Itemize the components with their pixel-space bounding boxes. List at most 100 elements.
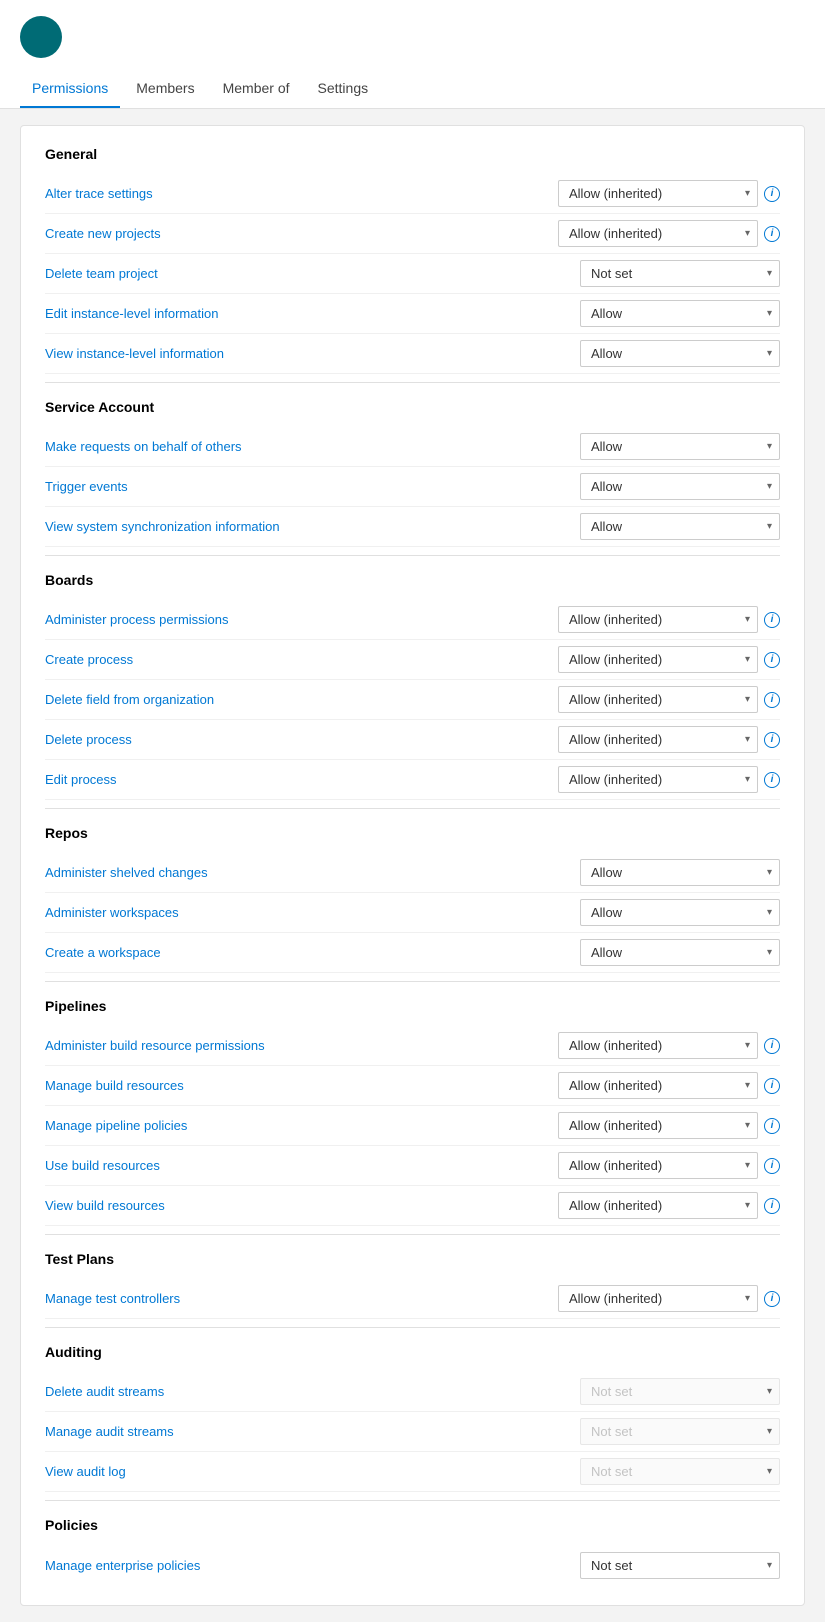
permission-label-boards-2: Delete field from organization	[45, 692, 558, 707]
select-wrapper: Not setAllowAllow (inherited)DenyDeny (i…	[580, 1552, 780, 1579]
permission-label-boards-4: Edit process	[45, 772, 558, 787]
section-divider	[45, 1234, 780, 1235]
permission-select-boards-4[interactable]: Not setAllowAllow (inherited)DenyDeny (i…	[558, 766, 758, 793]
select-wrapper: Not setAllowAllow (inherited)DenyDeny (i…	[558, 646, 758, 673]
info-icon[interactable]: i	[764, 692, 780, 708]
info-icon[interactable]: i	[764, 1158, 780, 1174]
select-wrapper: Not setAllowAllow (inherited)DenyDeny (i…	[580, 513, 780, 540]
tab-permissions[interactable]: Permissions	[20, 70, 120, 108]
permission-select-boards-2[interactable]: Not setAllowAllow (inherited)DenyDeny (i…	[558, 686, 758, 713]
permission-select-general-3[interactable]: Not setAllowAllow (inherited)DenyDeny (i…	[580, 300, 780, 327]
select-wrapper: Not setAllowAllow (inherited)DenyDeny (i…	[580, 260, 780, 287]
permission-row: Make requests on behalf of othersNot set…	[45, 427, 780, 467]
permission-label-general-4: View instance-level information	[45, 346, 580, 361]
permission-row: Administer process permissionsNot setAll…	[45, 600, 780, 640]
select-wrapper: Not setAllowAllow (inherited)DenyDeny (i…	[558, 606, 758, 633]
permission-label-boards-0: Administer process permissions	[45, 612, 558, 627]
permission-control: Not setAllowAllow (inherited)DenyDeny (i…	[558, 766, 780, 793]
permission-select-general-2[interactable]: Not setAllowAllow (inherited)DenyDeny (i…	[580, 260, 780, 287]
permission-select-pipelines-0[interactable]: Not setAllowAllow (inherited)DenyDeny (i…	[558, 1032, 758, 1059]
permission-select-auditing-0[interactable]: Not setAllowAllow (inherited)DenyDeny (i…	[580, 1378, 780, 1405]
permission-control: Not setAllowAllow (inherited)DenyDeny (i…	[558, 1032, 780, 1059]
select-wrapper: Not setAllowAllow (inherited)DenyDeny (i…	[580, 473, 780, 500]
permission-control: Not setAllowAllow (inherited)DenyDeny (i…	[558, 180, 780, 207]
permission-label-pipelines-4: View build resources	[45, 1198, 558, 1213]
permission-label-pipelines-3: Use build resources	[45, 1158, 558, 1173]
permission-select-pipelines-2[interactable]: Not setAllowAllow (inherited)DenyDeny (i…	[558, 1112, 758, 1139]
info-icon[interactable]: i	[764, 652, 780, 668]
select-wrapper: Not setAllowAllow (inherited)DenyDeny (i…	[558, 180, 758, 207]
permission-label-general-1: Create new projects	[45, 226, 558, 241]
permission-select-policies-0[interactable]: Not setAllowAllow (inherited)DenyDeny (i…	[580, 1552, 780, 1579]
permission-label-general-2: Delete team project	[45, 266, 580, 281]
permission-select-pipelines-3[interactable]: Not setAllowAllow (inherited)DenyDeny (i…	[558, 1152, 758, 1179]
section-title-auditing: Auditing	[45, 1344, 780, 1360]
avatar	[20, 16, 62, 58]
permission-select-service-account-1[interactable]: Not setAllowAllow (inherited)DenyDeny (i…	[580, 473, 780, 500]
permission-select-repos-0[interactable]: Not setAllowAllow (inherited)DenyDeny (i…	[580, 859, 780, 886]
permission-select-repos-1[interactable]: Not setAllowAllow (inherited)DenyDeny (i…	[580, 899, 780, 926]
info-icon[interactable]: i	[764, 612, 780, 628]
permission-select-service-account-2[interactable]: Not setAllowAllow (inherited)DenyDeny (i…	[580, 513, 780, 540]
tab-members[interactable]: Members	[124, 70, 206, 108]
select-wrapper: Not setAllowAllow (inherited)DenyDeny (i…	[580, 1458, 780, 1485]
permission-select-repos-2[interactable]: Not setAllowAllow (inherited)DenyDeny (i…	[580, 939, 780, 966]
info-icon[interactable]: i	[764, 1198, 780, 1214]
info-icon[interactable]: i	[764, 1038, 780, 1054]
permission-select-pipelines-1[interactable]: Not setAllowAllow (inherited)DenyDeny (i…	[558, 1072, 758, 1099]
permission-label-repos-0: Administer shelved changes	[45, 865, 580, 880]
info-icon[interactable]: i	[764, 1118, 780, 1134]
permission-control: Not setAllowAllow (inherited)DenyDeny (i…	[580, 513, 780, 540]
permission-control: Not setAllowAllow (inherited)DenyDeny (i…	[580, 1552, 780, 1579]
tab-member-of[interactable]: Member of	[211, 70, 302, 108]
permission-label-boards-1: Create process	[45, 652, 558, 667]
permission-row: Administer shelved changesNot setAllowAl…	[45, 853, 780, 893]
permission-select-boards-3[interactable]: Not setAllowAllow (inherited)DenyDeny (i…	[558, 726, 758, 753]
select-wrapper: Not setAllowAllow (inherited)DenyDeny (i…	[580, 939, 780, 966]
permission-label-service-account-0: Make requests on behalf of others	[45, 439, 580, 454]
permission-select-general-4[interactable]: Not setAllowAllow (inherited)DenyDeny (i…	[580, 340, 780, 367]
select-wrapper: Not setAllowAllow (inherited)DenyDeny (i…	[558, 726, 758, 753]
permission-control: Not setAllowAllow (inherited)DenyDeny (i…	[580, 260, 780, 287]
select-wrapper: Not setAllowAllow (inherited)DenyDeny (i…	[558, 686, 758, 713]
page-wrapper: Permissions Members Member of Settings G…	[0, 0, 825, 1622]
permission-control: Not setAllowAllow (inherited)DenyDeny (i…	[580, 899, 780, 926]
section-title-service-account: Service Account	[45, 399, 780, 415]
permission-select-auditing-1[interactable]: Not setAllowAllow (inherited)DenyDeny (i…	[580, 1418, 780, 1445]
permission-select-general-1[interactable]: Not setAllowAllow (inherited)DenyDeny (i…	[558, 220, 758, 247]
permission-label-policies-0: Manage enterprise policies	[45, 1558, 580, 1573]
permission-row: View instance-level informationNot setAl…	[45, 334, 780, 374]
page-header	[0, 0, 825, 70]
permission-control: Not setAllowAllow (inherited)DenyDeny (i…	[558, 686, 780, 713]
info-icon[interactable]: i	[764, 1078, 780, 1094]
permission-row: Use build resourcesNot setAllowAllow (in…	[45, 1146, 780, 1186]
permission-row: Manage audit streamsNot setAllowAllow (i…	[45, 1412, 780, 1452]
permission-row: Trigger eventsNot setAllowAllow (inherit…	[45, 467, 780, 507]
info-icon[interactable]: i	[764, 186, 780, 202]
permission-select-pipelines-4[interactable]: Not setAllowAllow (inherited)DenyDeny (i…	[558, 1192, 758, 1219]
permission-label-pipelines-1: Manage build resources	[45, 1078, 558, 1093]
permission-select-auditing-2[interactable]: Not setAllowAllow (inherited)DenyDeny (i…	[580, 1458, 780, 1485]
permission-select-boards-1[interactable]: Not setAllowAllow (inherited)DenyDeny (i…	[558, 646, 758, 673]
select-wrapper: Not setAllowAllow (inherited)DenyDeny (i…	[580, 300, 780, 327]
permission-select-service-account-0[interactable]: Not setAllowAllow (inherited)DenyDeny (i…	[580, 433, 780, 460]
select-wrapper: Not setAllowAllow (inherited)DenyDeny (i…	[558, 1072, 758, 1099]
tab-settings[interactable]: Settings	[306, 70, 381, 108]
section-title-pipelines: Pipelines	[45, 998, 780, 1014]
info-icon[interactable]: i	[764, 226, 780, 242]
info-icon[interactable]: i	[764, 1291, 780, 1307]
info-icon[interactable]: i	[764, 772, 780, 788]
info-icon[interactable]: i	[764, 732, 780, 748]
permission-select-boards-0[interactable]: Not setAllowAllow (inherited)DenyDeny (i…	[558, 606, 758, 633]
permission-label-repos-2: Create a workspace	[45, 945, 580, 960]
select-wrapper: Not setAllowAllow (inherited)DenyDeny (i…	[558, 220, 758, 247]
permission-row: View build resourcesNot setAllowAllow (i…	[45, 1186, 780, 1226]
permission-row: Manage test controllersNot setAllowAllow…	[45, 1279, 780, 1319]
permission-row: View audit logNot setAllowAllow (inherit…	[45, 1452, 780, 1492]
permission-select-general-0[interactable]: Not setAllowAllow (inherited)DenyDeny (i…	[558, 180, 758, 207]
section-divider	[45, 1327, 780, 1328]
permission-select-test-plans-0[interactable]: Not setAllowAllow (inherited)DenyDeny (i…	[558, 1285, 758, 1312]
permission-row: Delete field from organizationNot setAll…	[45, 680, 780, 720]
permission-control: Not setAllowAllow (inherited)DenyDeny (i…	[558, 1112, 780, 1139]
permission-row: Administer build resource permissionsNot…	[45, 1026, 780, 1066]
